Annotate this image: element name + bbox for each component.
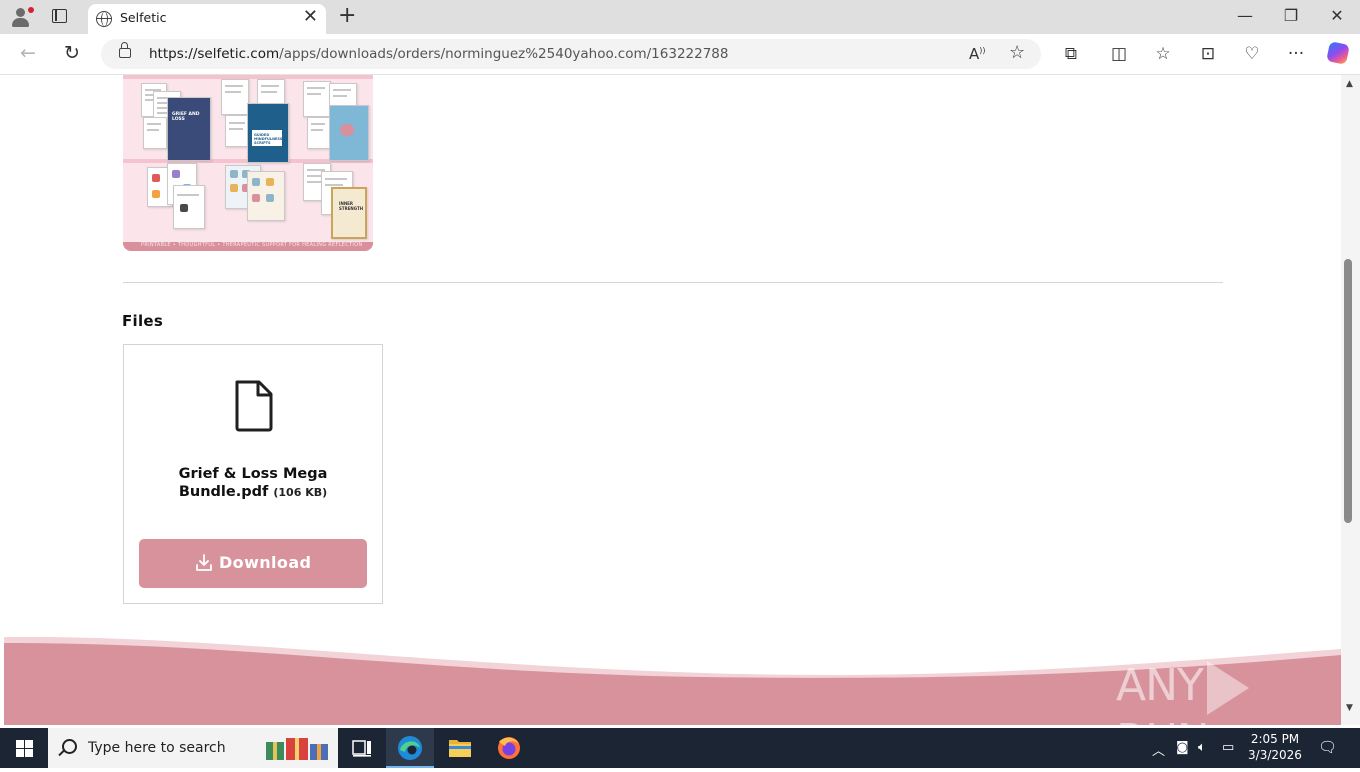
settings-more-icon[interactable]: ··· xyxy=(1285,44,1307,66)
file-size: (106 KB) xyxy=(273,486,328,499)
files-heading: Files xyxy=(122,312,164,330)
url-text[interactable]: https://selfetic.com/apps/downloads/orde… xyxy=(149,46,728,62)
taskbar-search[interactable]: Type here to search xyxy=(48,728,338,768)
tab-actions-icon[interactable] xyxy=(50,8,68,24)
close-tab-icon[interactable]: ✕ xyxy=(303,8,318,26)
clock-date: 3/3/2026 xyxy=(1248,748,1302,762)
tab-title: Selfetic xyxy=(120,10,167,25)
meet-now-icon[interactable]: ◙ xyxy=(1176,740,1189,755)
globe-icon xyxy=(96,11,112,27)
new-tab-icon[interactable]: + xyxy=(338,4,356,28)
browser-toolbar: ← ↻ https://selfetic.com/apps/downloads/… xyxy=(0,34,1360,75)
firefox-icon[interactable] xyxy=(485,728,533,768)
search-icon xyxy=(62,739,77,754)
minimize-icon[interactable]: — xyxy=(1222,6,1268,26)
back-icon[interactable]: ← xyxy=(16,42,40,66)
favorite-star-icon[interactable]: ☆ xyxy=(1009,42,1025,63)
notifications-icon[interactable]: 🗨︎ xyxy=(1318,738,1337,756)
system-clock[interactable]: 2:05 PM 3/3/2026 xyxy=(1244,731,1306,763)
search-highlight-gifts-icon xyxy=(266,738,328,760)
address-bar[interactable]: https://selfetic.com/apps/downloads/orde… xyxy=(101,39,1041,69)
lock-icon[interactable] xyxy=(119,42,131,58)
product-preview-image: GRIEF AND LOSS GUIDED MINDFULNESS SCRIPT… xyxy=(123,75,373,251)
download-label: Download xyxy=(219,553,312,572)
download-button[interactable]: Download xyxy=(139,539,367,588)
profile-icon[interactable] xyxy=(8,5,35,29)
windows-start-icon[interactable] xyxy=(16,740,33,757)
clock-time: 2:05 PM xyxy=(1250,732,1300,746)
page-scrollbar[interactable]: ▲ ▼ xyxy=(1341,75,1360,725)
browser-tab-strip: Selfetic ✕ + — ❐ ✕ xyxy=(0,0,1360,34)
scroll-down-icon[interactable]: ▼ xyxy=(1346,703,1353,713)
active-tab[interactable]: Selfetic ✕ xyxy=(88,4,326,34)
volume-icon[interactable]: 🔈︎ xyxy=(1198,740,1206,755)
download-icon xyxy=(196,554,212,571)
network-icon[interactable]: ▭ xyxy=(1222,740,1234,755)
window-close-icon[interactable]: ✕ xyxy=(1314,6,1360,26)
edge-taskbar-icon[interactable] xyxy=(386,728,434,768)
scroll-up-icon[interactable]: ▲ xyxy=(1346,79,1353,89)
anyrun-watermark: ANYRUN xyxy=(1116,660,1341,725)
search-placeholder: Type here to search xyxy=(88,740,226,756)
file-card: Grief & Loss Mega Bundle.pdf (106 KB) Do… xyxy=(123,344,383,604)
favorites-icon[interactable]: ☆ xyxy=(1152,44,1174,66)
extensions-icon[interactable]: ⧉ xyxy=(1060,44,1082,66)
browser-essentials-icon[interactable]: ♡ xyxy=(1241,44,1263,66)
scrollbar-thumb[interactable] xyxy=(1344,259,1352,523)
collections-icon[interactable]: ⊡ xyxy=(1197,44,1219,66)
file-document-icon xyxy=(235,380,273,432)
show-hidden-icons-icon[interactable]: ︿ xyxy=(1152,740,1165,759)
refresh-icon[interactable]: ↻ xyxy=(60,42,84,66)
read-aloud-icon[interactable]: A)) xyxy=(969,45,986,63)
task-view-icon[interactable] xyxy=(338,728,386,768)
windows-taskbar: Type here to search ︿ ◙ 🔈︎ ▭ 2:05 PM 3/3… xyxy=(0,728,1360,768)
file-name: Grief & Loss Mega Bundle.pdf (106 KB) xyxy=(144,465,362,502)
file-explorer-icon[interactable] xyxy=(436,728,484,768)
split-screen-icon[interactable]: ◫ xyxy=(1108,44,1130,66)
page-content: GRIEF AND LOSS GUIDED MINDFULNESS SCRIPT… xyxy=(4,75,1341,725)
restore-icon[interactable]: ❐ xyxy=(1268,6,1314,26)
section-divider xyxy=(123,282,1223,283)
